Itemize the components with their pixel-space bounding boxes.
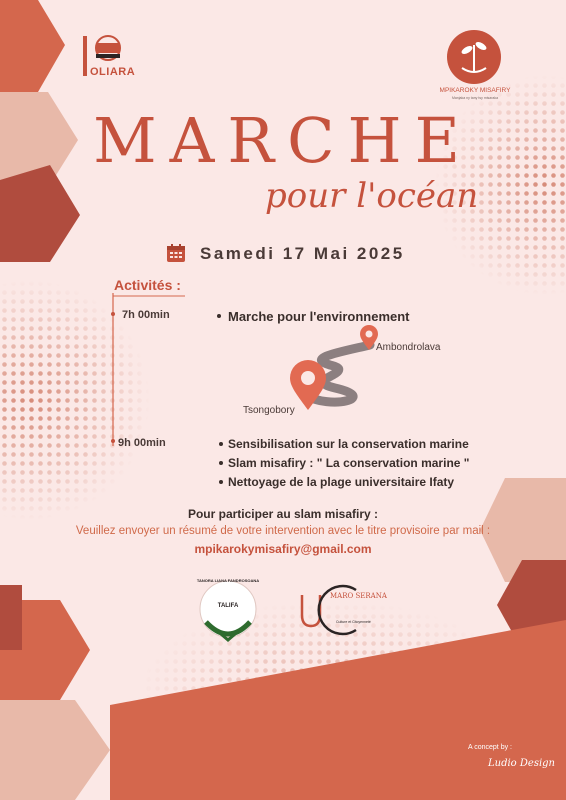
mpikaroky-logo-name: MPIKAROKY MISAFIRY — [439, 87, 511, 94]
maro-serana-name: MARO SERANA — [330, 592, 387, 600]
hexagon-left-dark — [0, 165, 80, 262]
mpikaroky-logo-tagline: Manjaka ny tany tsy misaraka — [451, 96, 499, 100]
cta-email-link[interactable]: mpikarokymisafiry@gmail.com — [0, 542, 566, 556]
slot-1-time: 7h 00min — [122, 309, 170, 321]
mpikaroky-logo-icon — [447, 30, 501, 84]
talifa-arc-text: TANORA LIANA FANDROSOANA — [196, 578, 260, 583]
activities-label: Activités : — [114, 277, 181, 293]
maro-serana-sub: Culture et Citoyenneté — [336, 620, 371, 624]
footer-signature: Ludio Design — [488, 758, 555, 769]
slot-2-item-3: Nettoyage de la plage universitaire Ifat… — [228, 475, 455, 489]
route-start-label: Tsongobory — [243, 405, 295, 416]
timeline-dot-1 — [111, 312, 115, 316]
event-subtitle: pour l'océan — [265, 176, 479, 216]
route-end-label: Ambondrolava — [376, 342, 441, 353]
talifa-name: TALIFA — [217, 603, 239, 609]
slot-2-time: 9h 00min — [118, 437, 166, 449]
hexagon-left-edge-dark — [0, 585, 22, 650]
event-date: Samedi 17 Mai 2025 — [200, 244, 405, 263]
slot-2-item-1: Sensibilisation sur la conservation mari… — [228, 437, 469, 451]
slot-1-item: Marche pour l'environnement — [228, 309, 410, 324]
slot-2-item-2: Slam misafiry : " La conservation marine… — [228, 456, 470, 470]
hexagon-top-left — [0, 0, 65, 92]
footer-credit: A concept by : — [468, 744, 512, 751]
calendar-icon — [167, 244, 185, 262]
cta-text: Veuillez envoyer un résumé de votre inte… — [75, 525, 491, 537]
oliara-logo-word: OLIARA — [90, 66, 136, 78]
cta-heading: Pour participer au slam misafiry : — [187, 507, 379, 521]
timeline-dot-2 — [111, 439, 115, 443]
event-title: MARCHE — [93, 104, 473, 177]
hexagon-bottom-left-light — [0, 700, 110, 800]
